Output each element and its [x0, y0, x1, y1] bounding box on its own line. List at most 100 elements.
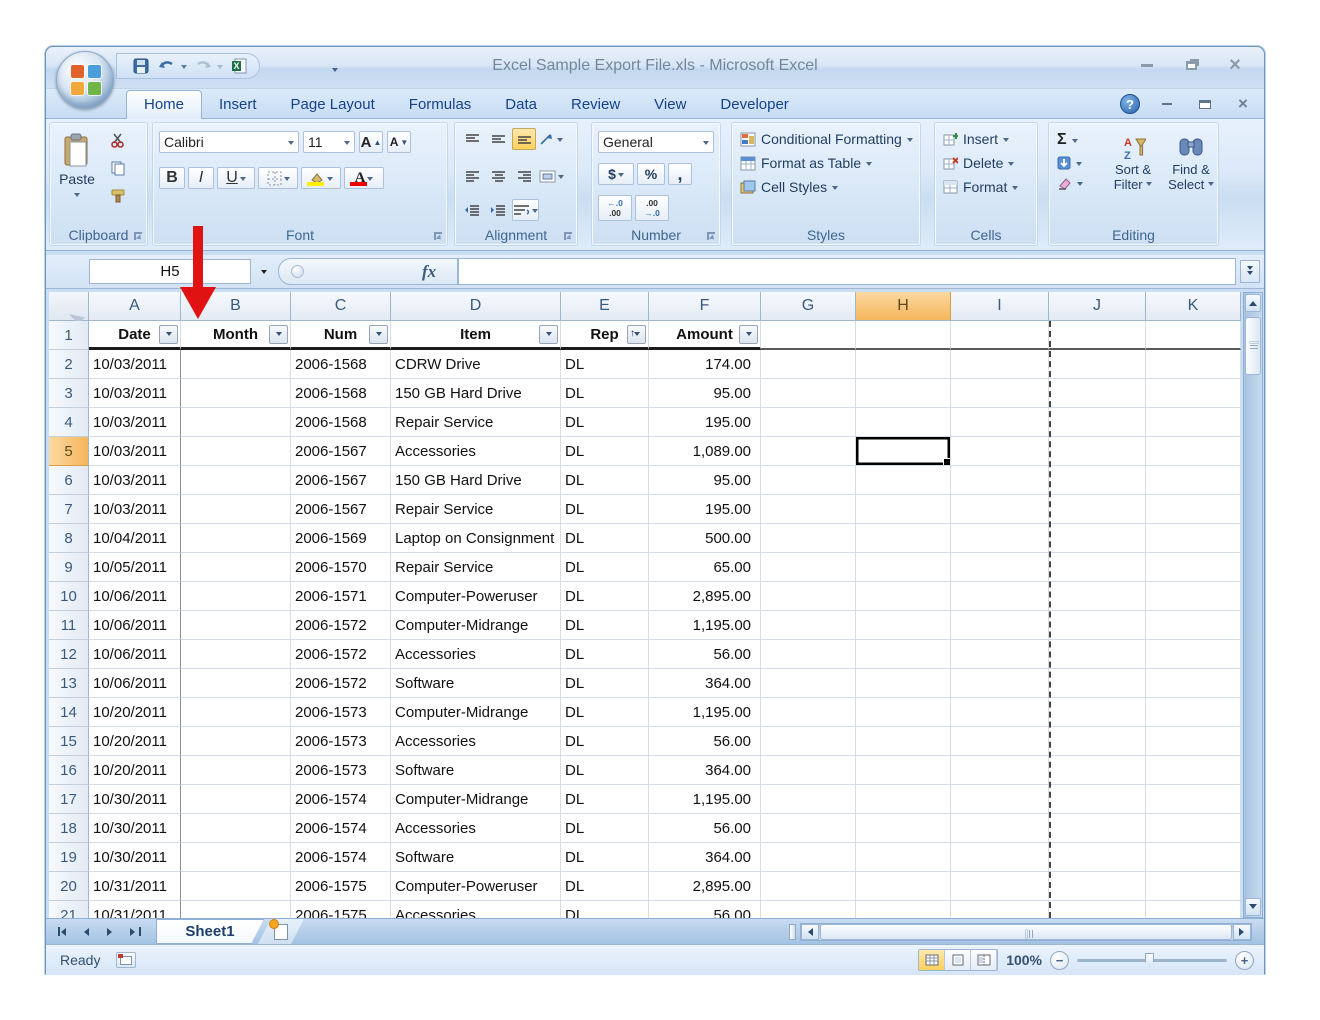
cell-B18[interactable] — [181, 814, 291, 843]
cell-I21[interactable] — [951, 901, 1049, 918]
cell-D12[interactable]: Accessories — [391, 640, 561, 669]
cell-D2[interactable]: CDRW Drive — [391, 350, 561, 379]
cell-F20[interactable]: 2,895.00 — [649, 872, 761, 901]
align-right-button[interactable] — [512, 165, 536, 187]
cell-F9[interactable]: 65.00 — [649, 553, 761, 582]
row-header-5[interactable]: 5 — [49, 437, 89, 466]
row-header-12[interactable]: 12 — [49, 640, 89, 669]
cell-J18[interactable] — [1049, 814, 1146, 843]
cell-C7[interactable]: 2006-1567 — [291, 495, 391, 524]
cell-B9[interactable] — [181, 553, 291, 582]
cell-A8[interactable]: 10/04/2011 — [89, 524, 181, 553]
cell-G5[interactable] — [761, 437, 856, 466]
filter-button-item[interactable] — [539, 325, 558, 344]
cell-E13[interactable]: DL — [561, 669, 649, 698]
insert-worksheet-tab[interactable] — [258, 919, 304, 944]
align-bottom-button[interactable] — [512, 128, 536, 150]
cell-E10[interactable]: DL — [561, 582, 649, 611]
cell-K8[interactable] — [1146, 524, 1241, 553]
paste-button[interactable]: Paste — [54, 127, 100, 217]
cell-G20[interactable] — [761, 872, 856, 901]
cell-F13[interactable]: 364.00 — [649, 669, 761, 698]
cell-A6[interactable]: 10/03/2011 — [89, 466, 181, 495]
cell-G3[interactable] — [761, 379, 856, 408]
page-layout-view-button[interactable] — [945, 950, 971, 970]
row-header-6[interactable]: 6 — [49, 466, 89, 495]
cell-G12[interactable] — [761, 640, 856, 669]
cell-G15[interactable] — [761, 727, 856, 756]
cell-K2[interactable] — [1146, 350, 1241, 379]
vertical-scrollbar[interactable] — [1243, 292, 1263, 918]
cell-B14[interactable] — [181, 698, 291, 727]
horizontal-scroll-thumb[interactable] — [820, 924, 1232, 940]
column-header-A[interactable]: A — [89, 292, 181, 321]
fill-button[interactable] — [1057, 156, 1083, 170]
cell-F19[interactable]: 364.00 — [649, 843, 761, 872]
workbook-minimize-button[interactable] — [1156, 95, 1178, 113]
vertical-scroll-thumb[interactable] — [1245, 317, 1261, 375]
cell-K5[interactable] — [1146, 437, 1241, 466]
zoom-out-icon[interactable]: − — [1050, 951, 1069, 970]
cell-A13[interactable]: 10/06/2011 — [89, 669, 181, 698]
cell-C19[interactable]: 2006-1574 — [291, 843, 391, 872]
underline-button[interactable]: U — [217, 167, 255, 189]
cell-K14[interactable] — [1146, 698, 1241, 727]
row-header-15[interactable]: 15 — [49, 727, 89, 756]
cell-I6[interactable] — [951, 466, 1049, 495]
font-color-button[interactable]: A — [344, 167, 384, 189]
zoom-in-icon[interactable]: + — [1235, 951, 1254, 970]
cell-A19[interactable]: 10/30/2011 — [89, 843, 181, 872]
cell-E12[interactable]: DL — [561, 640, 649, 669]
column-header-F[interactable]: F — [649, 292, 761, 321]
cell-E14[interactable]: DL — [561, 698, 649, 727]
scroll-down-icon[interactable] — [1245, 898, 1261, 916]
previous-sheet-icon[interactable] — [76, 922, 96, 942]
minimize-button[interactable] — [1132, 55, 1162, 75]
filter-button-date[interactable] — [159, 325, 178, 344]
cell-B2[interactable] — [181, 350, 291, 379]
cell-H11[interactable] — [856, 611, 951, 640]
cell-C18[interactable]: 2006-1574 — [291, 814, 391, 843]
cell-H4[interactable] — [856, 408, 951, 437]
cell-C17[interactable]: 2006-1574 — [291, 785, 391, 814]
cell-D17[interactable]: Computer-Midrange — [391, 785, 561, 814]
number-dialog-launcher-icon[interactable] — [707, 232, 717, 242]
cell-C8[interactable]: 2006-1569 — [291, 524, 391, 553]
scroll-up-icon[interactable] — [1245, 294, 1261, 312]
cell-G14[interactable] — [761, 698, 856, 727]
cell-B13[interactable] — [181, 669, 291, 698]
cell-H2[interactable] — [856, 350, 951, 379]
cell-I14[interactable] — [951, 698, 1049, 727]
cell-D4[interactable]: Repair Service — [391, 408, 561, 437]
clear-button[interactable] — [1057, 177, 1083, 190]
cell-D8[interactable]: Laptop on Consignment — [391, 524, 561, 553]
workbook-restore-button[interactable] — [1194, 95, 1216, 113]
cell-H7[interactable] — [856, 495, 951, 524]
align-left-button[interactable] — [460, 165, 484, 187]
cell-D15[interactable]: Accessories — [391, 727, 561, 756]
cell-B10[interactable] — [181, 582, 291, 611]
format-as-table-button[interactable]: Format as Table — [740, 155, 913, 171]
shrink-font-button[interactable]: A▼ — [387, 131, 411, 153]
tab-data[interactable]: Data — [488, 91, 554, 119]
cell-D1[interactable]: Item — [391, 321, 561, 350]
filter-button-month[interactable] — [269, 325, 288, 344]
cell-G9[interactable] — [761, 553, 856, 582]
filter-button-rep[interactable]: ↑ — [627, 325, 646, 344]
cell-J8[interactable] — [1049, 524, 1146, 553]
row-header-14[interactable]: 14 — [49, 698, 89, 727]
cell-K17[interactable] — [1146, 785, 1241, 814]
cell-B5[interactable] — [181, 437, 291, 466]
sort-filter-button[interactable]: AZ Sort & Filter — [1107, 129, 1159, 193]
cell-C10[interactable]: 2006-1571 — [291, 582, 391, 611]
cell-E8[interactable]: DL — [561, 524, 649, 553]
cell-H6[interactable] — [856, 466, 951, 495]
cell-C4[interactable]: 2006-1568 — [291, 408, 391, 437]
row-header-3[interactable]: 3 — [49, 379, 89, 408]
cell-A9[interactable]: 10/05/2011 — [89, 553, 181, 582]
cell-E20[interactable]: DL — [561, 872, 649, 901]
cell-B21[interactable] — [181, 901, 291, 918]
cell-A21[interactable]: 10/31/2011 — [89, 901, 181, 918]
cell-J19[interactable] — [1049, 843, 1146, 872]
cell-K1[interactable] — [1146, 321, 1241, 350]
